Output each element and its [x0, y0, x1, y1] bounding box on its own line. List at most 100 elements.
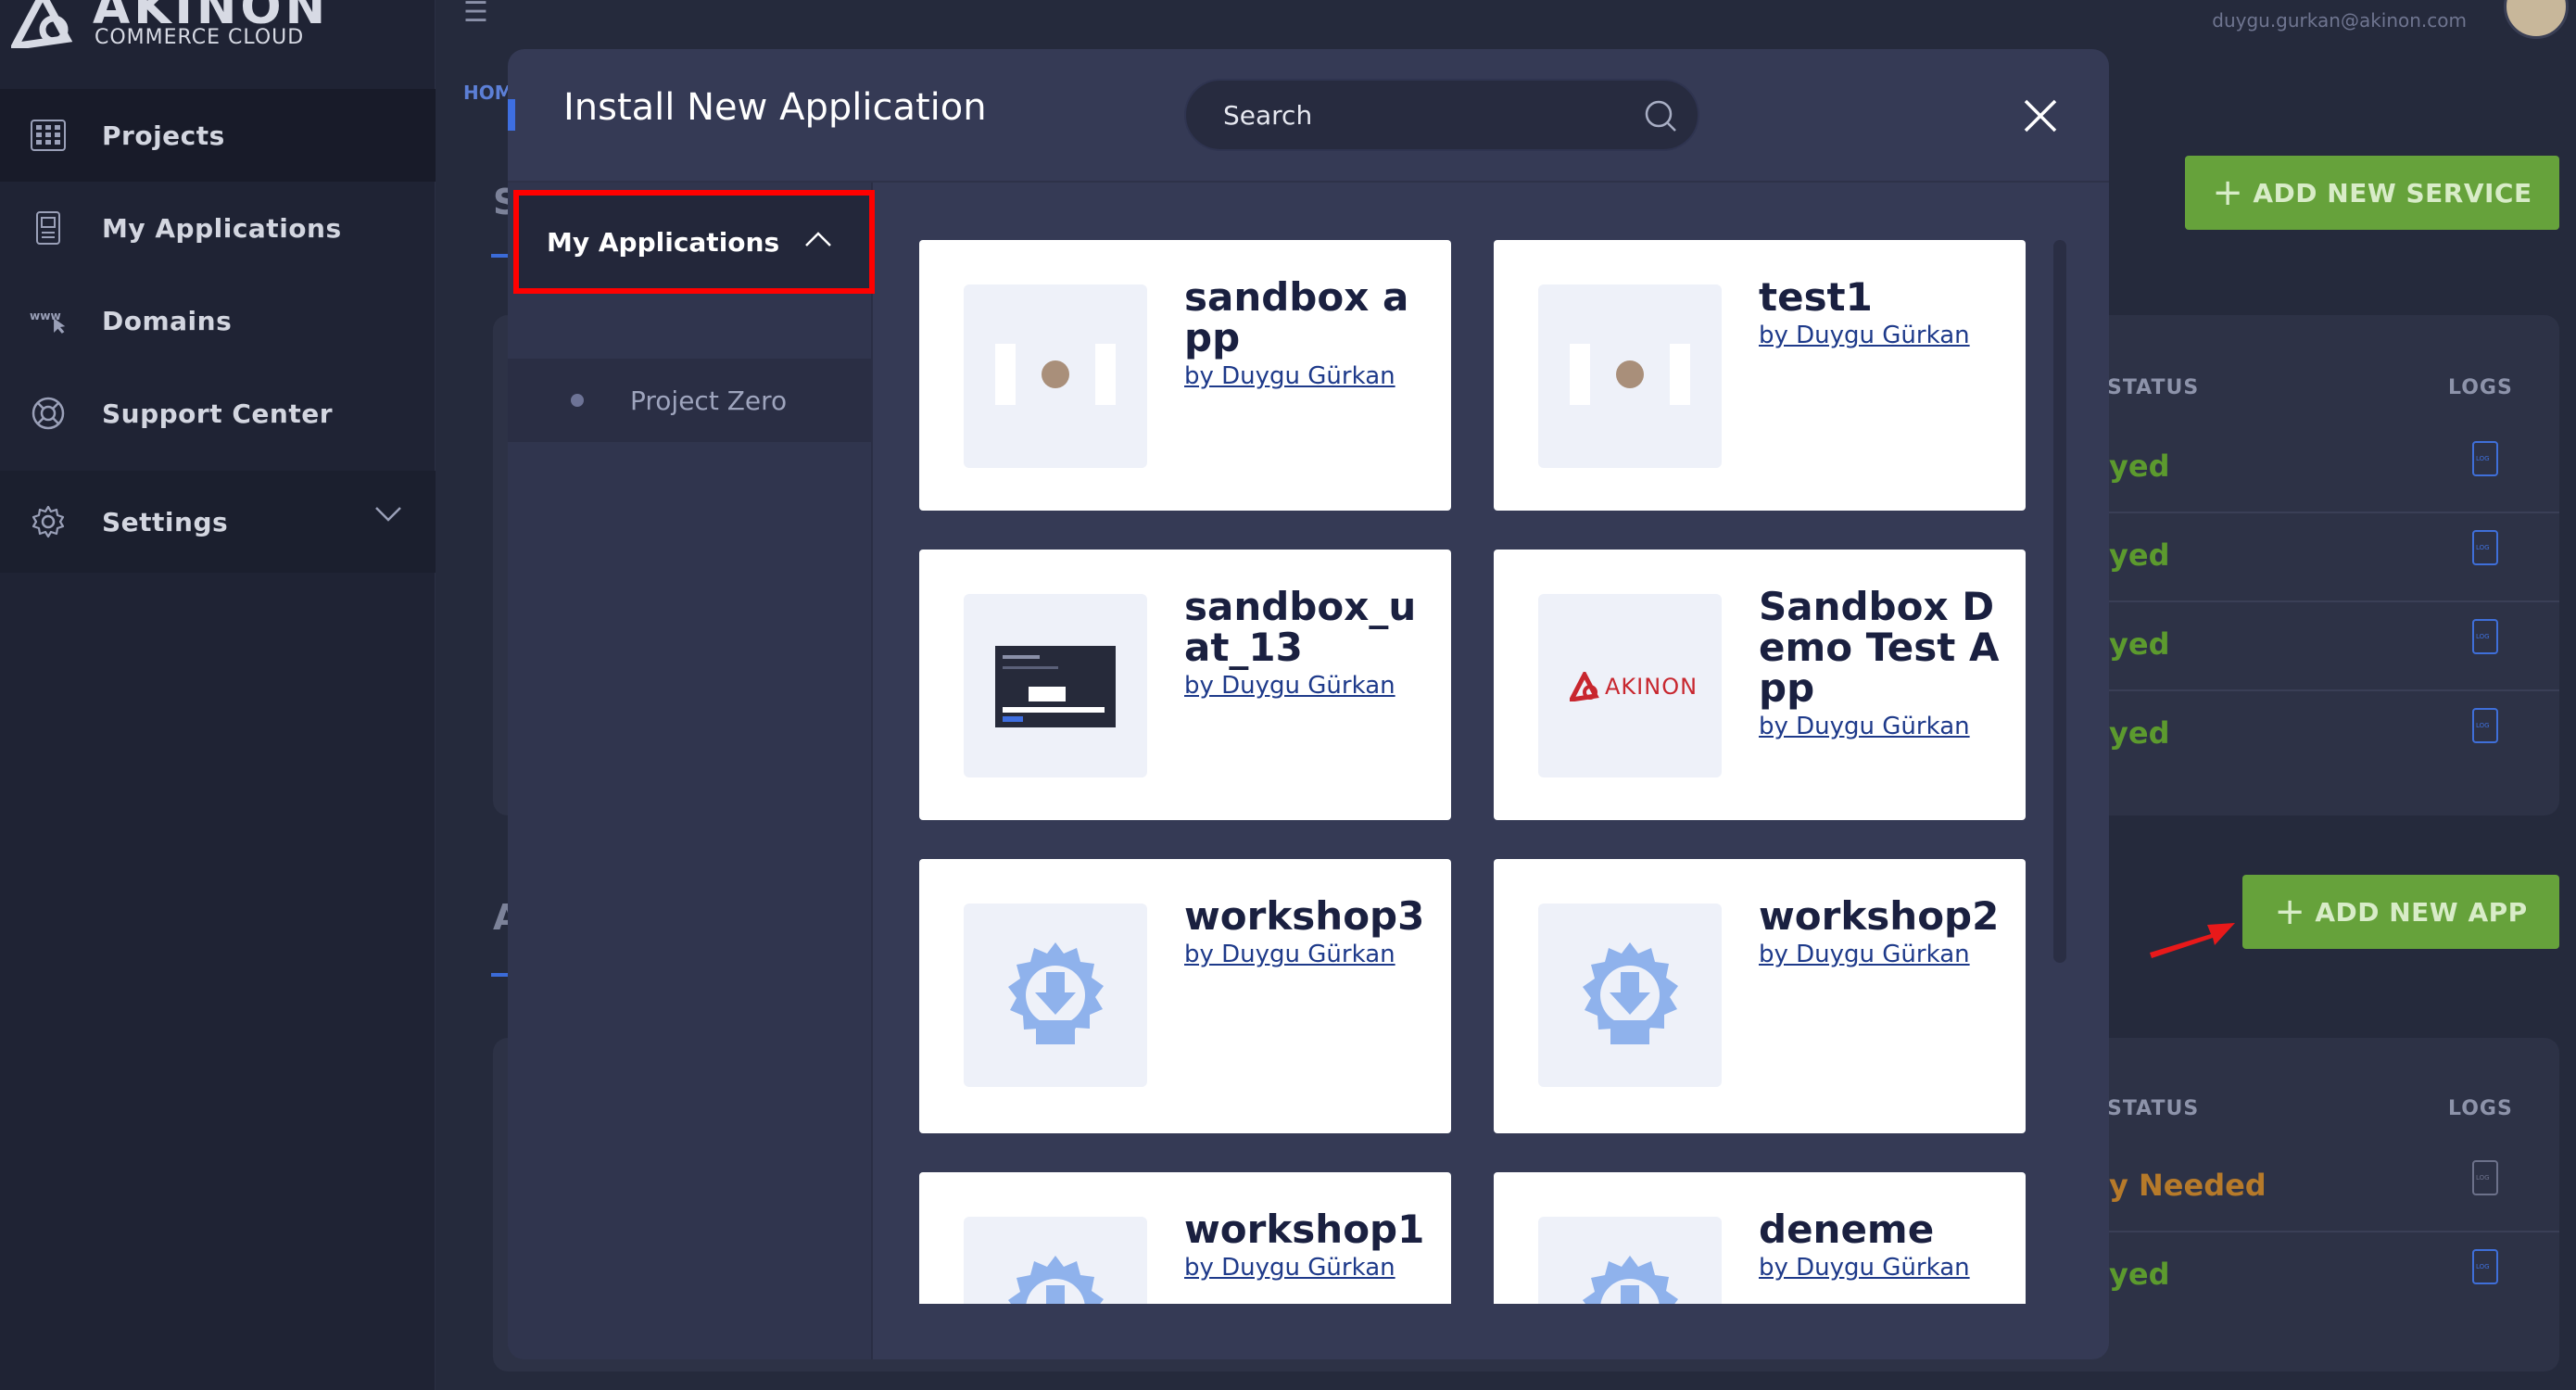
row-divider	[2105, 512, 2559, 513]
app-thumbnail	[964, 594, 1147, 777]
log-icon[interactable]	[2472, 441, 2498, 476]
status-text: yed	[2109, 1257, 2170, 1292]
logs-column-header: LOGS	[2448, 1097, 2513, 1120]
app-thumbnail	[964, 1217, 1147, 1304]
sidebar-item-domains[interactable]: www Domains	[0, 274, 436, 367]
install-application-modal: Install New Application My Applications …	[508, 49, 2109, 1359]
app-author-link[interactable]: by Duygu Gürkan	[1184, 1254, 1434, 1282]
akinon-logo-text: AKINON	[1605, 674, 1698, 700]
tab-indicator	[491, 254, 508, 258]
app-author-link[interactable]: by Duygu Gürkan	[1759, 713, 2009, 740]
gear-download-icon	[1008, 942, 1104, 1044]
app-thumbnail	[1538, 284, 1722, 468]
gear-icon	[30, 503, 67, 540]
bullet-icon	[571, 394, 584, 407]
gear-download-icon	[1583, 942, 1678, 1044]
sidebar-item-label: Support Center	[102, 398, 334, 429]
grid-icon	[30, 117, 67, 154]
status-column-header: STATUS	[2107, 1097, 2200, 1120]
row-divider	[2105, 600, 2559, 602]
sidebar-item-label: My Applications	[102, 212, 342, 244]
sidebar-nav: Projects My Applications www Domains Sup…	[0, 89, 436, 573]
sidebar-item-my-applications[interactable]: My Applications	[0, 182, 436, 274]
status-text: yed	[2109, 715, 2170, 751]
app-name: test1 by Duygu Gürkan	[1759, 277, 2009, 350]
log-icon[interactable]	[2472, 1160, 2498, 1195]
category-label: My Applications	[547, 226, 780, 258]
log-icon[interactable]	[2472, 708, 2498, 743]
breadcrumb[interactable]: HOM	[463, 82, 513, 104]
add-new-app-label: ADD NEW APP	[2315, 896, 2528, 928]
status-text: y Needed	[2109, 1168, 2267, 1203]
app-thumbnail	[964, 904, 1147, 1087]
arrow-annotation-icon	[2150, 923, 2235, 958]
brand-subtitle: COMMERCE CLOUD	[95, 26, 305, 49]
tab-indicator	[491, 973, 508, 977]
app-card-sandbox-demo-test-app[interactable]: AKINON Sandbox Demo Test App by Duygu Gür…	[1494, 550, 2026, 820]
search-box	[1184, 79, 1699, 151]
app-author-link[interactable]: by Duygu Gürkan	[1184, 362, 1434, 390]
app-name: workshop3 by Duygu Gürkan	[1184, 896, 1434, 969]
category-item-project-zero[interactable]: Project Zero	[508, 359, 873, 442]
add-new-service-button[interactable]: + ADD NEW SERVICE	[2185, 156, 2559, 230]
menu-toggle-icon[interactable]: ☰	[463, 0, 488, 29]
akinon-logo[interactable]: AKINON COMMERCE CLOUD	[11, 0, 325, 56]
gear-download-icon	[1583, 1256, 1678, 1304]
app-card-test1[interactable]: test1 by Duygu Gürkan	[1494, 240, 2026, 511]
app-thumbnail: AKINON	[1538, 594, 1722, 777]
app-name: workshop2 by Duygu Gürkan	[1759, 896, 2009, 969]
add-new-app-button[interactable]: + ADD NEW APP	[2242, 875, 2559, 949]
akinon-logo-icon	[11, 0, 73, 48]
log-icon[interactable]	[2472, 530, 2498, 565]
akinon-logo-icon	[1570, 672, 1599, 701]
www-icon: www	[30, 302, 67, 339]
chevron-up-icon	[805, 232, 831, 246]
avatar[interactable]	[2504, 0, 2569, 39]
app-thumbnail	[1538, 904, 1722, 1087]
sidebar-item-projects[interactable]: Projects	[0, 89, 436, 182]
add-new-service-label: ADD NEW SERVICE	[2253, 177, 2532, 208]
app-name: Sandbox Demo Test App by Duygu Gürkan	[1759, 587, 2009, 741]
modal-header: Install New Application	[508, 49, 2109, 183]
app-card-workshop2[interactable]: workshop2 by Duygu Gürkan	[1494, 859, 2026, 1133]
modal-title: Install New Application	[563, 86, 987, 129]
category-my-applications[interactable]: My Applications	[513, 190, 875, 294]
app-card-workshop1[interactable]: workshop1 by Duygu Gürkan	[919, 1172, 1451, 1304]
plus-icon: +	[2212, 171, 2244, 214]
app-name: workshop1 by Duygu Gürkan	[1184, 1209, 1434, 1283]
category-item-label: Project Zero	[630, 385, 788, 416]
app-thumbnail	[964, 284, 1147, 468]
status-column-header: STATUS	[2107, 376, 2200, 399]
sidebar-item-support-center[interactable]: Support Center	[0, 367, 436, 460]
app-author-link[interactable]: by Duygu Gürkan	[1759, 322, 2009, 349]
chevron-down-icon	[375, 507, 401, 522]
row-divider	[2105, 1231, 2559, 1232]
sidebar-item-label: Settings	[102, 506, 229, 537]
scrollbar[interactable]	[2053, 240, 2066, 963]
app-card-sandbox-uat-13[interactable]: sandbox_uat_13 by Duygu Gürkan	[919, 550, 1451, 820]
app-author-link[interactable]: by Duygu Gürkan	[1184, 941, 1434, 968]
lifebuoy-icon	[30, 395, 67, 432]
sidebar-item-label: Projects	[102, 120, 225, 151]
category-sidebar: My Applications Project Zero	[508, 183, 875, 1359]
app-author-link[interactable]: by Duygu Gürkan	[1759, 1254, 2009, 1282]
search-icon[interactable]	[1642, 97, 1679, 134]
application-grid: sandbox app by Duygu Gürkan test1 by Duygu…	[919, 240, 2068, 1304]
app-card-deneme[interactable]: deneme by Duygu Gürkan	[1494, 1172, 2026, 1304]
app-name: sandbox_uat_13 by Duygu Gürkan	[1184, 587, 1434, 701]
log-icon[interactable]	[2472, 1249, 2498, 1284]
app-card-sandbox-app[interactable]: sandbox app by Duygu Gürkan	[919, 240, 1451, 511]
app-name: deneme by Duygu Gürkan	[1759, 1209, 2009, 1283]
app-card-workshop3[interactable]: workshop3 by Duygu Gürkan	[919, 859, 1451, 1133]
app-thumbnail	[1538, 1217, 1722, 1304]
app-author-link[interactable]: by Duygu Gürkan	[1759, 941, 2009, 968]
app-name: sandbox app by Duygu Gürkan	[1184, 277, 1434, 391]
app-author-link[interactable]: by Duygu Gürkan	[1184, 672, 1434, 700]
log-icon[interactable]	[2472, 619, 2498, 654]
close-icon[interactable]	[2018, 94, 2063, 138]
sidebar-item-settings[interactable]: Settings	[0, 471, 436, 573]
plus-icon: +	[2274, 891, 2306, 933]
gear-download-icon	[1008, 1256, 1104, 1304]
status-text: yed	[2109, 626, 2170, 662]
search-input[interactable]	[1186, 81, 1622, 149]
